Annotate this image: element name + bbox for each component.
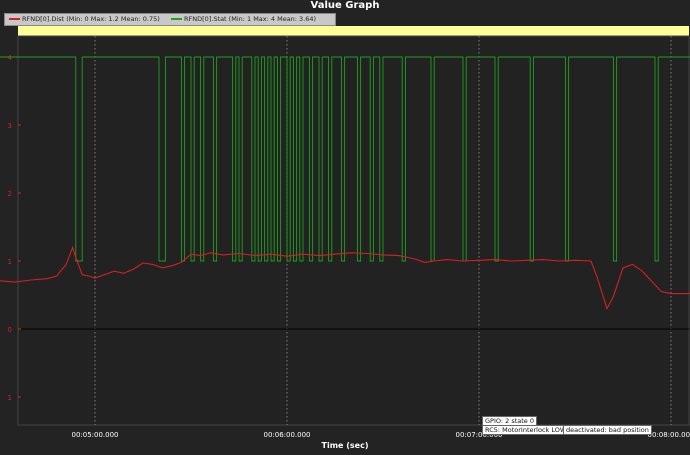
y-tick-label: 0: [8, 326, 12, 334]
x-tick-label: 00:08:00.000: [647, 431, 690, 439]
y-tick-label: 1: [8, 258, 12, 266]
x-tick-label: 00:05:00.000: [71, 431, 118, 439]
chart-canvas[interactable]: 432101400:05:00.00000:06:00.00000:07:00.…: [0, 0, 690, 455]
y-tick-label: 1: [8, 394, 12, 402]
y-tick-label: 3: [8, 122, 12, 130]
y-tick-label: 2: [8, 190, 12, 198]
plot-area: [17, 35, 690, 426]
x-tick-label: 00:06:00.000: [263, 431, 310, 439]
y-tick-label: 4: [8, 54, 13, 62]
x-axis-title: Time (sec): [321, 441, 369, 450]
event-message-rc5: RC5: MotorInterlock LOW: [482, 425, 570, 435]
event-message-deactivated: deactivated: bad position: [563, 425, 652, 435]
